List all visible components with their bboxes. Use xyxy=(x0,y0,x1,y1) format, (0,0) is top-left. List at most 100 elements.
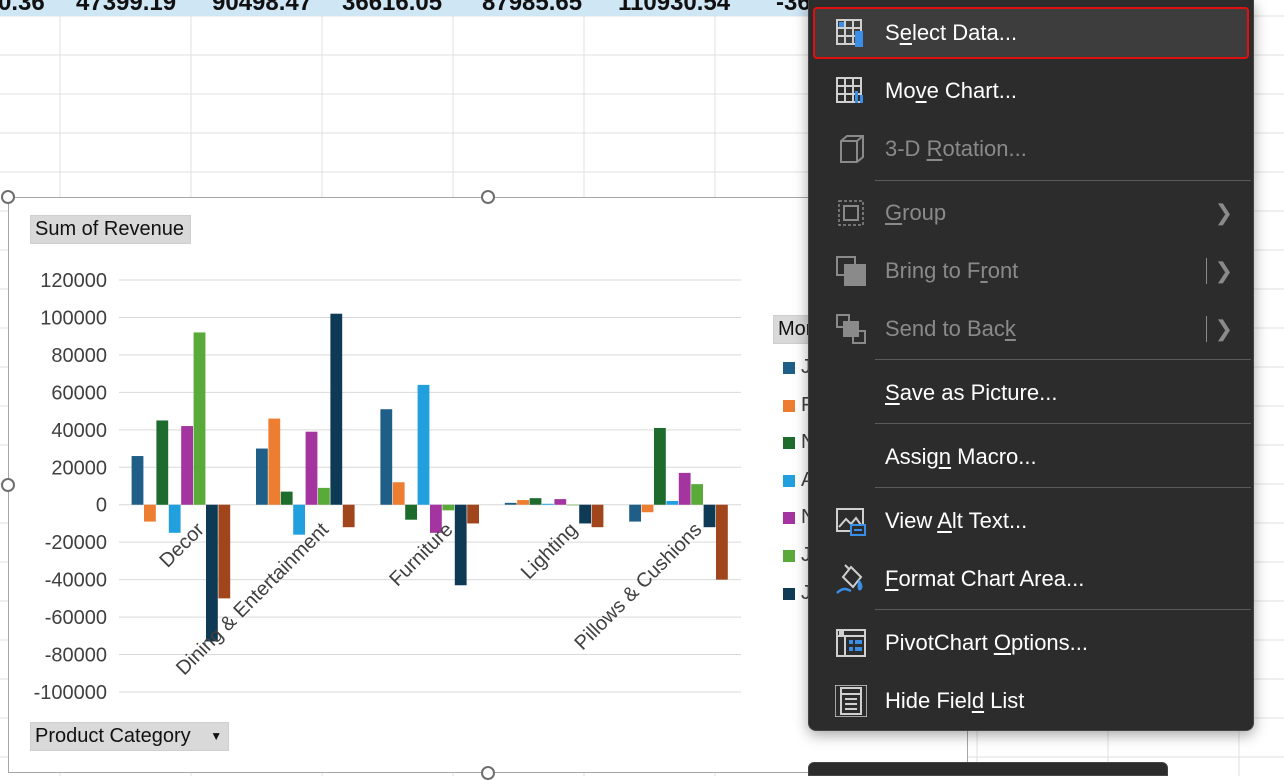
split-divider xyxy=(1206,258,1207,284)
y-tick-label: -80000 xyxy=(45,645,107,667)
menu-item-send-to-back[interactable]: Send to Back ❯ xyxy=(813,303,1249,355)
bar[interactable] xyxy=(504,502,517,505)
bar[interactable] xyxy=(305,431,318,505)
bar[interactable] xyxy=(442,504,455,511)
menu-item-view-alt-text[interactable]: View Alt Text... xyxy=(813,495,1249,547)
menu-item-select-data[interactable]: Select Data... xyxy=(813,7,1249,59)
cell-value[interactable]: 87985.65 xyxy=(482,0,582,16)
bar[interactable] xyxy=(678,472,691,505)
bar[interactable] xyxy=(529,498,542,505)
context-menu[interactable]: Select Data... Move Chart... 3-D Rotatio… xyxy=(808,0,1254,731)
menu-label: PivotChart Options... xyxy=(885,630,1088,655)
bar[interactable] xyxy=(716,504,728,580)
cell-value[interactable]: -36 xyxy=(776,0,810,16)
submenu-chevron-icon[interactable]: ❯ xyxy=(1215,317,1233,342)
bar[interactable] xyxy=(256,448,268,505)
bar[interactable] xyxy=(218,504,231,599)
cell-value[interactable]: 110930.54 xyxy=(618,0,730,16)
bar[interactable] xyxy=(342,504,355,528)
bar[interactable] xyxy=(542,503,554,505)
bar[interactable] xyxy=(591,504,604,528)
y-tick-label: -40000 xyxy=(45,570,107,592)
menu-separator xyxy=(875,359,1251,360)
menu-item-format-chart-area[interactable]: Format Chart Area... xyxy=(813,553,1249,605)
legend-swatch xyxy=(783,587,795,600)
bar[interactable] xyxy=(454,504,467,586)
y-tick-label: -100000 xyxy=(34,682,107,704)
alt-text-icon xyxy=(836,508,866,536)
menu-item-move-chart[interactable]: Move Chart... xyxy=(813,65,1249,117)
bar[interactable] xyxy=(554,499,567,505)
bar[interactable] xyxy=(703,504,716,528)
bar[interactable] xyxy=(268,418,281,505)
legend-swatch xyxy=(783,399,795,412)
bar[interactable] xyxy=(417,384,430,505)
menu-label: Group xyxy=(885,200,947,225)
bar[interactable] xyxy=(579,504,591,524)
menu-label: Move Chart... xyxy=(885,78,1018,103)
menu-label: Format Chart Area... xyxy=(885,566,1085,591)
bar[interactable] xyxy=(405,504,417,520)
resize-handle-left[interactable] xyxy=(1,478,15,492)
submenu-chevron-icon[interactable]: ❯ xyxy=(1215,259,1233,284)
cell-value[interactable]: 47399.19 xyxy=(76,0,176,16)
bar[interactable] xyxy=(654,427,666,505)
menu-label: View Alt Text... xyxy=(885,508,1028,533)
bar[interactable] xyxy=(193,332,206,505)
cell-value[interactable]: 90498.47 xyxy=(212,0,312,16)
bar[interactable] xyxy=(318,487,330,505)
x-category-label: Decor xyxy=(155,518,209,572)
bar[interactable] xyxy=(293,504,305,535)
legend-swatch xyxy=(783,550,795,562)
menu-label: 3-D Rotation... xyxy=(885,136,1027,161)
cell-value[interactable]: 36616.05 xyxy=(342,0,442,16)
menu-label: Assign Macro... xyxy=(885,444,1037,469)
bar[interactable] xyxy=(666,500,679,505)
bar[interactable] xyxy=(156,420,169,505)
menu-item-assign-macro[interactable]: Assign Macro... xyxy=(813,431,1249,483)
bar[interactable] xyxy=(517,500,529,505)
menu-label: Select Data... xyxy=(885,20,1018,45)
resize-handle-bottom[interactable] xyxy=(481,766,495,780)
x-category-label: Pillows & Cushions xyxy=(571,519,707,655)
menu-item-bring-to-front[interactable]: Bring to Front ❯ xyxy=(813,245,1249,297)
bar[interactable] xyxy=(566,504,579,506)
menu-item-group[interactable]: Group ❯ xyxy=(813,187,1249,239)
bar[interactable] xyxy=(181,426,193,505)
menu-separator xyxy=(875,423,1251,424)
resize-handle-top-left[interactable] xyxy=(1,190,15,204)
legend-swatch xyxy=(783,512,795,525)
bar[interactable] xyxy=(144,504,156,522)
select-data-icon xyxy=(836,19,863,47)
menu-item-hide-field-list[interactable]: Hide Field List xyxy=(813,675,1249,727)
send-to-back-icon xyxy=(836,314,866,344)
menu-item-save-as-picture[interactable]: Save as Picture... xyxy=(813,367,1249,419)
cell-value[interactable]: 0.36 xyxy=(0,0,45,16)
bar[interactable] xyxy=(641,504,654,513)
mini-toolbar-edge xyxy=(808,762,1168,776)
resize-handle-top[interactable] xyxy=(481,190,495,204)
y-tick-label: 20000 xyxy=(51,457,107,479)
bar[interactable] xyxy=(392,482,405,505)
menu-separator xyxy=(875,487,1251,488)
bar[interactable] xyxy=(691,484,703,505)
bar[interactable] xyxy=(280,491,293,505)
axis-field-button[interactable]: Product Category ▼ xyxy=(30,722,230,751)
group-icon xyxy=(838,200,864,226)
value-field-label: Sum of Revenue xyxy=(35,218,184,240)
dropdown-icon[interactable]: ▼ xyxy=(210,729,222,743)
spreadsheet-top-row[interactable]: 0.36 47399.19 90498.47 36616.05 87985.65… xyxy=(0,0,810,16)
menu-item-pivotchart-options[interactable]: PivotChart Options... xyxy=(813,617,1249,669)
y-tick-label: -60000 xyxy=(45,607,107,629)
bar[interactable] xyxy=(131,456,144,505)
menu-item-3d-rotation[interactable]: 3-D Rotation... xyxy=(813,123,1249,175)
bar[interactable] xyxy=(330,313,343,505)
bring-to-front-icon xyxy=(836,256,866,286)
bar[interactable] xyxy=(168,504,181,533)
bar[interactable] xyxy=(467,504,479,524)
menu-separator xyxy=(875,180,1251,181)
value-field-button[interactable]: Sum of Revenue xyxy=(30,215,191,244)
bar[interactable] xyxy=(380,409,393,505)
menu-label: Save as Picture... xyxy=(885,380,1058,405)
bar[interactable] xyxy=(629,504,641,522)
